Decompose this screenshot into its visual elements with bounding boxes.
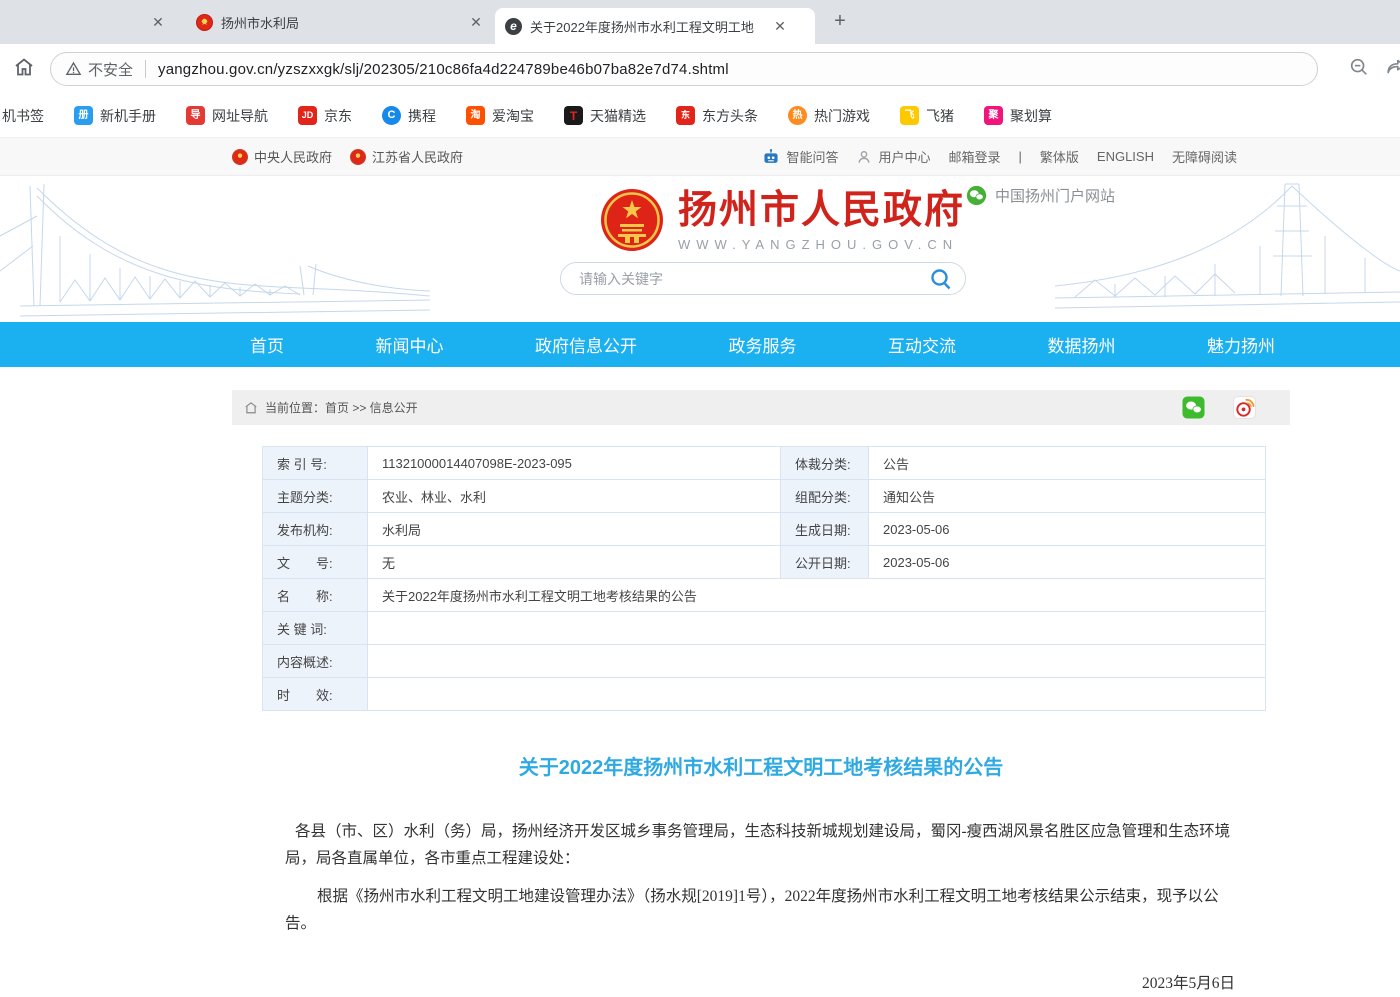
article-date: 2023年5月6日 xyxy=(232,971,1235,993)
share-icon[interactable] xyxy=(1384,56,1400,83)
home-icon xyxy=(244,401,258,414)
tab-yangzhou-water-bureau[interactable]: ★ 扬州市水利局 ✕ xyxy=(196,0,492,44)
link-accessibility[interactable]: 无障碍阅读 xyxy=(1172,147,1237,166)
tmall-icon: T xyxy=(564,106,583,125)
jd-icon: JD xyxy=(298,106,317,125)
taobao-icon: 淘 xyxy=(466,106,485,125)
site-identity[interactable]: 扬州市人民政府 WWW.YANGZHOU.GOV.CN xyxy=(600,188,965,252)
table-row: 文 号: 无 公开日期: 2023-05-06 xyxy=(263,546,1266,579)
link-jiangsu-gov[interactable]: 江苏省人民政府 xyxy=(350,147,463,166)
close-icon[interactable]: ✕ xyxy=(770,16,790,36)
nav-charm-yangzhou[interactable]: 魅力扬州 xyxy=(1207,332,1275,357)
bookmark-games[interactable]: 热 热门游戏 xyxy=(788,106,870,126)
bookmark-jd[interactable]: JD 京东 xyxy=(298,106,352,126)
table-row: 关 键 词: xyxy=(263,612,1266,645)
table-row: 主题分类: 农业、林业、水利 组配分类: 通知公告 xyxy=(263,480,1266,513)
site-title: 扬州市人民政府 xyxy=(678,188,965,234)
table-row: 名 称: 关于2022年度扬州市水利工程文明工地考核结果的公告 xyxy=(263,579,1266,612)
manual-icon: 册 xyxy=(74,106,93,125)
weibo-share-icon[interactable] xyxy=(1233,396,1256,419)
site-nav-icon: 导 xyxy=(186,106,205,125)
person-icon xyxy=(856,149,872,165)
tab-title: 扬州市水利局 xyxy=(221,13,451,32)
nav-services[interactable]: 政务服务 xyxy=(729,332,797,357)
eastday-icon: 东 xyxy=(676,106,695,125)
main-nav: 首页 新闻中心 政府信息公开 政务服务 互动交流 数据扬州 魅力扬州 xyxy=(0,322,1400,367)
new-tab-button[interactable]: + xyxy=(826,8,854,36)
site-url: WWW.YANGZHOU.GOV.CN xyxy=(678,237,965,252)
site-banner: 扬州市人民政府 WWW.YANGZHOU.GOV.CN 中国扬州门户网站 xyxy=(0,176,1400,322)
table-row: 索 引 号: 11321000014407098E-2023-095 体裁分类:… xyxy=(263,447,1266,480)
browser-logo-favicon: e xyxy=(505,18,522,35)
search-box[interactable] xyxy=(560,262,966,295)
portal-tag[interactable]: 中国扬州门户网站 xyxy=(966,185,1115,206)
index-number: 11321000014407098E-2023-095 xyxy=(368,447,781,480)
bookmark-eastday[interactable]: 东 东方头条 xyxy=(676,106,758,126)
wechat-icon xyxy=(966,185,987,206)
table-row: 内容概述: xyxy=(263,645,1266,678)
breadcrumb: 当前位置：首页 >> 信息公开 xyxy=(232,390,1290,425)
browser-toolbar: 不安全 yangzhou.gov.cn/yzszxxgk/slj/202305/… xyxy=(0,44,1400,94)
url-text: yangzhou.gov.cn/yzszxxgk/slj/202305/210c… xyxy=(158,61,729,78)
link-traditional-chinese[interactable]: 繁体版 xyxy=(1040,147,1079,166)
robot-icon xyxy=(762,149,780,165)
ctrip-icon: C xyxy=(382,106,401,125)
games-icon: 热 xyxy=(788,106,807,125)
breadcrumb-label[interactable]: 当前位置：首页 >> 信息公开 xyxy=(265,399,418,416)
bookmark-fliggy[interactable]: 飞 飞猪 xyxy=(900,106,954,126)
article-paragraph: 根据《扬州市水利工程文明工地建设管理办法》（扬水规[2019]1号），2022年… xyxy=(285,883,1235,937)
bookmark-aitaobao[interactable]: 淘 爱淘宝 xyxy=(466,106,534,126)
bookmark-manual[interactable]: 册 新机手册 xyxy=(74,106,156,126)
link-english[interactable]: ENGLISH xyxy=(1097,149,1154,164)
link-user-center[interactable]: 用户中心 xyxy=(856,147,930,166)
bookmark-tmall[interactable]: T 天猫精选 xyxy=(564,106,646,126)
security-chip[interactable]: 不安全 xyxy=(65,59,133,80)
link-mail-login[interactable]: 邮箱登录 xyxy=(948,147,1000,166)
search-input[interactable] xyxy=(579,271,929,287)
national-emblem-logo xyxy=(600,188,664,252)
article-paragraph: 各县（市、区）水利（务）局，扬州经济开发区城乡事务管理局，生态科技新城规划建设局… xyxy=(285,818,1235,872)
article-title: 关于2022年度扬州市水利工程文明工地考核结果的公告 xyxy=(232,751,1290,780)
address-bar[interactable]: 不安全 yangzhou.gov.cn/yzszxxgk/slj/202305/… xyxy=(50,52,1318,86)
nav-interaction[interactable]: 互动交流 xyxy=(888,332,956,357)
tab-active-announcement[interactable]: e 关于2022年度扬州市水利工程文明工地 ✕ xyxy=(495,8,815,44)
home-icon[interactable] xyxy=(12,55,36,84)
bookmarks-bar: 机书签 册 新机手册 导 网址导航 JD 京东 C 携程 淘 爱淘宝 T 天猫精… xyxy=(0,94,1400,138)
bookmark-juhuasuan[interactable]: 聚 聚划算 xyxy=(984,106,1052,126)
juhuasuan-icon: 聚 xyxy=(984,106,1003,125)
bookmark-phone-bookmarks[interactable]: 机书签 xyxy=(2,106,44,126)
zoom-out-icon[interactable] xyxy=(1348,56,1370,83)
content-area: 当前位置：首页 >> 信息公开 索 引 号: 11321000014407098… xyxy=(232,390,1290,997)
fliggy-icon: 飞 xyxy=(900,106,919,125)
document-name: 关于2022年度扬州市水利工程文明工地考核结果的公告 xyxy=(368,579,1266,612)
national-emblem-icon xyxy=(350,149,366,165)
article-body: 各县（市、区）水利（务）局，扬州经济开发区城乡事务管理局，生态科技新城规划建设局… xyxy=(285,818,1235,937)
nav-news[interactable]: 新闻中心 xyxy=(376,332,444,357)
national-emblem-icon xyxy=(232,149,248,165)
search-icon[interactable] xyxy=(929,267,953,291)
nav-data-yangzhou[interactable]: 数据扬州 xyxy=(1048,332,1116,357)
nav-info-disclosure[interactable]: 政府信息公开 xyxy=(535,332,637,357)
divider xyxy=(145,60,146,78)
portal-label: 中国扬州门户网站 xyxy=(995,185,1115,206)
gov-top-bar: 中央人民政府 江苏省人民政府 智能问答 用户中心 邮箱登录 | xyxy=(0,138,1400,176)
table-row: 时 效: xyxy=(263,678,1266,711)
link-central-gov[interactable]: 中央人民政府 xyxy=(232,147,332,166)
browser-tab-bar: ✕ ★ 扬州市水利局 ✕ e 关于2022年度扬州市水利工程文明工地 ✕ + xyxy=(0,0,1400,44)
link-smart-qa[interactable]: 智能问答 xyxy=(762,147,838,166)
table-row: 发布机构: 水利局 生成日期: 2023-05-06 xyxy=(263,513,1266,546)
bridge-artwork-left xyxy=(0,176,430,322)
bookmark-ctrip[interactable]: C 携程 xyxy=(382,106,436,126)
wechat-share-icon[interactable] xyxy=(1182,396,1205,419)
tab-title: 关于2022年度扬州市水利工程文明工地 xyxy=(530,17,770,36)
security-label: 不安全 xyxy=(88,59,133,80)
close-icon[interactable]: ✕ xyxy=(466,12,486,32)
metadata-table: 索 引 号: 11321000014407098E-2023-095 体裁分类:… xyxy=(262,446,1266,711)
warning-triangle-icon xyxy=(65,61,82,77)
bookmark-site-nav[interactable]: 导 网址导航 xyxy=(186,106,268,126)
close-icon[interactable]: ✕ xyxy=(148,12,168,32)
divider: | xyxy=(1019,149,1022,164)
nav-home[interactable]: 首页 xyxy=(250,332,284,357)
national-emblem-favicon: ★ xyxy=(196,14,213,31)
